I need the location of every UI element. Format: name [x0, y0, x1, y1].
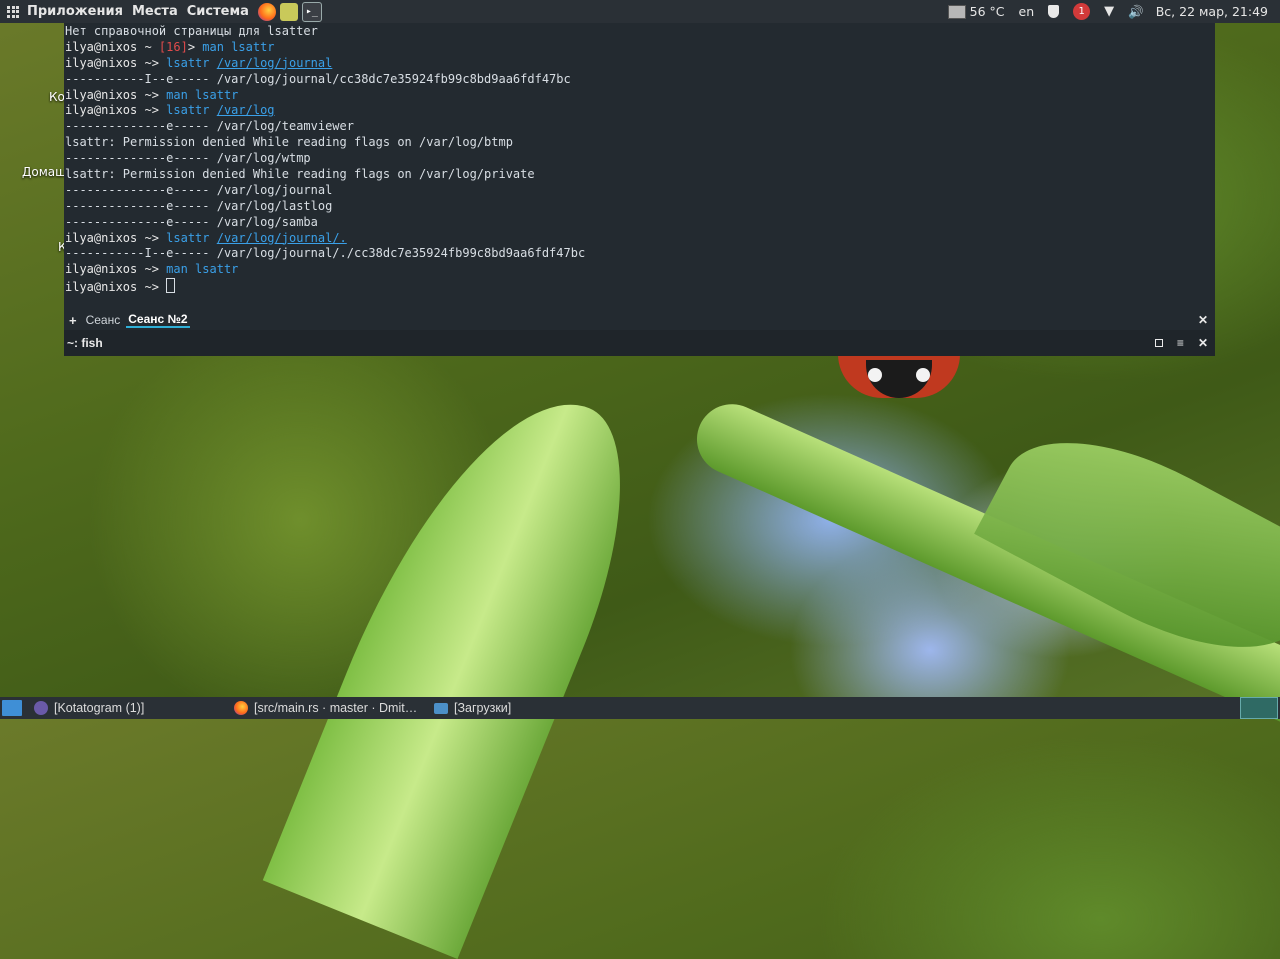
notification-badge: 1	[1073, 3, 1091, 20]
ladybug-spot	[916, 368, 930, 382]
terminal-text: lsattr: Permission denied While reading …	[65, 167, 535, 182]
shield-icon	[1048, 5, 1060, 18]
terminal-text: lsattr	[166, 55, 217, 70]
security-indicator[interactable]	[1048, 5, 1060, 18]
terminal-text: -----------I--e----- /var/log/journal/cc…	[65, 71, 571, 86]
volume-icon[interactable]: 🔊	[1128, 4, 1144, 20]
temperature-indicator[interactable]: 56 °C	[947, 4, 1005, 19]
terminal-line: ilya@nixos ~> man lsattr	[65, 88, 1215, 104]
terminal-line: ilya@nixos ~>	[65, 278, 1215, 294]
taskbar-item-label: [Загрузки]	[454, 701, 512, 715]
notifications[interactable]: 1	[1073, 3, 1091, 20]
menu-places[interactable]: Места	[132, 4, 178, 19]
terminal-text: lsattr	[166, 103, 217, 118]
terminal-line: -----------I--e----- /var/log/journal/cc…	[65, 72, 1215, 88]
terminal-text: man lsattr	[166, 87, 239, 102]
terminal-output[interactable]: Нет справочной страницы для lsatter ilya@…	[64, 23, 1215, 310]
workspace-switcher[interactable]	[1240, 697, 1278, 719]
taskbar-item-label: [src/main.rs · master · Dmit…	[254, 701, 418, 715]
terminal-line: ilya@nixos ~> lsattr /var/log	[65, 103, 1215, 119]
terminal-line: lsattr: Permission denied While reading …	[65, 167, 1215, 183]
terminal-window[interactable]: Нет справочной страницы для lsatter ilya@…	[64, 23, 1215, 356]
terminal-text: Нет справочной страницы для lsatter	[65, 24, 318, 38]
terminal-text: ilya@nixos ~>	[65, 55, 167, 70]
terminal-text: --------------e----- /var/log/wtmp	[65, 151, 311, 166]
terminal-path-link[interactable]: /var/log/journal	[217, 56, 333, 70]
menu-applications[interactable]: Приложения	[27, 4, 123, 19]
tab-session-2[interactable]: Сеанс №2	[126, 312, 190, 328]
folder-icon	[434, 702, 448, 714]
notes-icon[interactable]	[279, 2, 298, 21]
terminal-text: man lsattr	[166, 262, 239, 277]
terminal-text: [16]	[158, 39, 188, 54]
desktop-icon-label[interactable]: Ко	[49, 90, 65, 104]
tab-session-1[interactable]: Сеанс	[86, 313, 121, 327]
terminal-title: ~: fish	[67, 336, 103, 350]
close-window-icon[interactable]: ✕	[1198, 336, 1208, 350]
kotatogram-icon	[34, 701, 48, 715]
terminal-text: lsattr	[166, 230, 217, 245]
taskbar-item-label: [Kotatogram (1)]	[54, 701, 145, 715]
desktop-icon-label[interactable]: Домаш	[22, 165, 66, 179]
terminal-line: ilya@nixos ~ [16]> man lsattr	[65, 40, 1215, 56]
menu-icon[interactable]: ≡	[1177, 336, 1184, 350]
wifi-icon[interactable]: ▼	[1104, 4, 1114, 19]
terminal-text: >	[187, 39, 203, 54]
terminal-line: --------------e----- /var/log/journal	[65, 183, 1215, 199]
terminal-text: ilya@nixos ~>	[65, 280, 167, 295]
terminal-text: lsattr: Permission denied While reading …	[65, 135, 513, 150]
terminal-line: --------------e----- /var/log/lastlog	[65, 199, 1215, 215]
firefox-icon[interactable]	[257, 2, 276, 21]
terminal-text: ilya@nixos ~>	[65, 262, 167, 277]
terminal-tabbar: + Сеанс Сеанс №2 ✕	[64, 310, 1215, 330]
terminal-text: -----------I--e----- /var/log/journal/./…	[65, 246, 586, 261]
wallpaper-leaf	[262, 361, 668, 959]
terminal-path-link[interactable]: /var/log/journal/.	[217, 231, 347, 245]
terminal-line: ilya@nixos ~> lsattr /var/log/journal/.	[65, 231, 1215, 247]
new-tab-button[interactable]: +	[69, 313, 77, 328]
ladybug-spot	[868, 368, 882, 382]
terminal-line: ilya@nixos ~> man lsattr	[65, 262, 1215, 278]
terminal-text: man lsattr	[202, 39, 275, 54]
terminal-text: --------------e----- /var/log/teamviewer	[65, 119, 354, 134]
terminal-text: --------------e----- /var/log/samba	[65, 214, 318, 229]
task-list: [Kotatogram (1)] [src/main.rs · master · …	[34, 701, 634, 715]
terminal-line: lsattr: Permission denied While reading …	[65, 135, 1215, 151]
terminal-line: -----------I--e----- /var/log/journal/./…	[65, 246, 1215, 262]
clock[interactable]: Вс, 22 мар, 21:49	[1156, 4, 1268, 19]
temperature-value: 56 °C	[969, 4, 1005, 19]
show-desktop-button[interactable]	[2, 700, 22, 716]
terminal-titlebar: ~: fish ≡ ✕	[64, 330, 1215, 356]
cpu-chip-icon	[947, 4, 966, 19]
window-controls: ≡ ✕	[1154, 336, 1208, 350]
terminal-text: ilya@nixos ~>	[65, 87, 167, 102]
menu-system[interactable]: Система	[187, 4, 249, 19]
terminal-cursor	[166, 278, 176, 294]
terminal-line: --------------e----- /var/log/wtmp	[65, 151, 1215, 167]
terminal-path-link[interactable]: /var/log	[217, 103, 275, 117]
terminal-line: ilya@nixos ~> lsattr /var/log/journal	[65, 56, 1215, 72]
terminal-text: --------------e----- /var/log/lastlog	[65, 198, 333, 213]
taskbar-item[interactable]: [Kotatogram (1)]	[34, 701, 234, 715]
close-tab-button[interactable]: ✕	[1198, 313, 1208, 327]
taskbar-item[interactable]: [Загрузки]	[434, 701, 634, 715]
system-tray: 56 °C en 1 ▼ 🔊 Вс, 22 мар, 21:49	[934, 3, 1280, 20]
wallpaper-ladybug	[838, 354, 960, 398]
terminal-line: --------------e----- /var/log/teamviewer	[65, 119, 1215, 135]
terminal-text: ilya@nixos ~>	[65, 103, 167, 118]
bottom-panel: [Kotatogram (1)] [src/main.rs · master · …	[0, 697, 1280, 719]
keyboard-layout[interactable]: en	[1019, 4, 1035, 19]
taskbar-item[interactable]: [src/main.rs · master · Dmit…	[234, 701, 434, 715]
terminal-text: --------------e----- /var/log/journal	[65, 182, 333, 197]
firefox-icon	[234, 701, 248, 715]
terminal-line: Нет справочной страницы для lsatter	[65, 24, 1215, 40]
maximize-icon[interactable]	[1154, 339, 1163, 347]
top-panel: Приложения Места Система ▸_ 56 °C en 1 ▼…	[0, 0, 1280, 23]
terminal-text: ilya@nixos ~	[65, 39, 159, 54]
terminal-line: --------------e----- /var/log/samba	[65, 215, 1215, 231]
terminal-text: ilya@nixos ~>	[65, 230, 167, 245]
apps-grid-icon[interactable]	[7, 5, 19, 18]
terminal-launcher-icon[interactable]: ▸_	[301, 1, 322, 22]
